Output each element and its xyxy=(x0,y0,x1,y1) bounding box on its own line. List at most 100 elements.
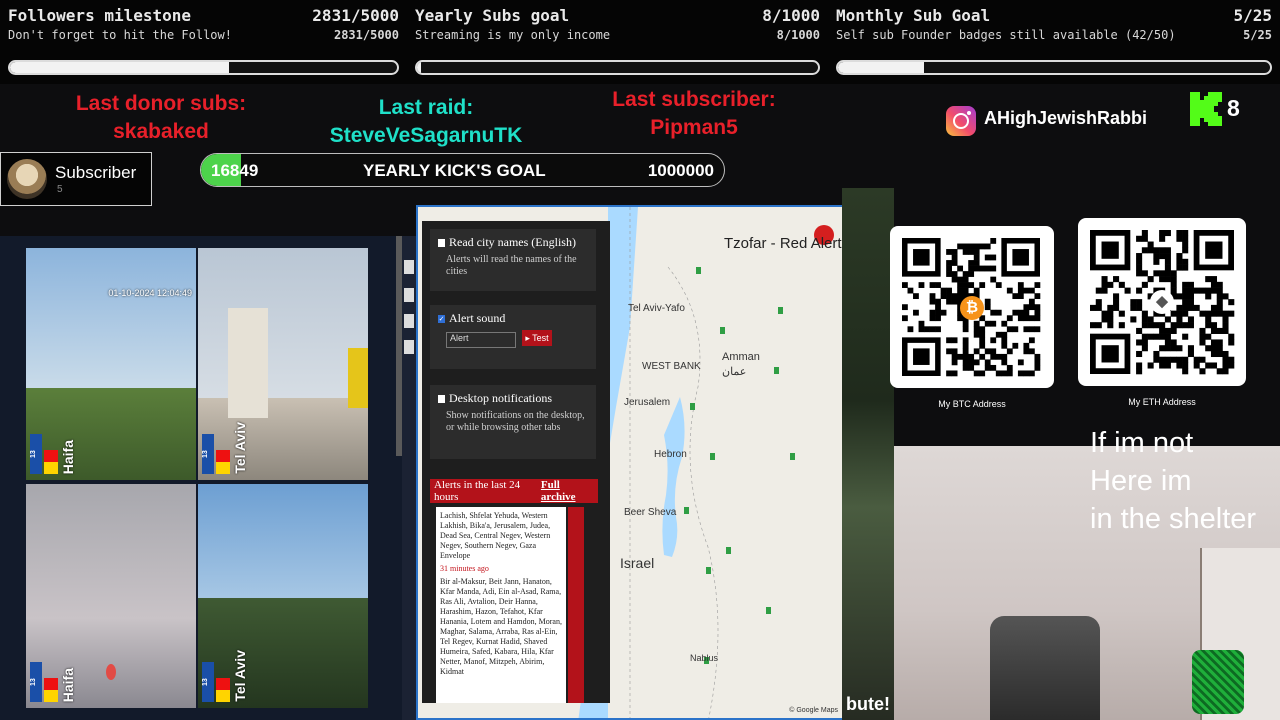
option-label: Read city names (English) xyxy=(449,235,576,249)
donate-text-fragment: bute! xyxy=(846,694,890,714)
map-label: Amman xyxy=(722,351,760,363)
subscriber-title: Subscriber xyxy=(55,163,137,182)
kick-goal-current: 16849 xyxy=(211,161,259,180)
last-subscriber-name: Pipman5 xyxy=(650,116,738,139)
btc-qr-code: ₿ xyxy=(890,226,1054,388)
alert-timestamp: 31 minutes ago xyxy=(440,564,489,573)
instagram-handle: AHighJewishRabbi xyxy=(984,108,1148,128)
option-label: Desktop notifications xyxy=(449,391,552,405)
last-donor-name: skabaked xyxy=(113,120,209,143)
camera-feed: 13 Haifa xyxy=(26,484,196,708)
goal-title: Followers milestone xyxy=(8,6,192,25)
map-title: Tzofar - Red Alert xyxy=(724,235,842,252)
full-archive-link[interactable]: Full archive xyxy=(541,479,594,503)
live-badge: 13 Tel Aviv xyxy=(202,422,248,474)
option-label: Alert sound xyxy=(449,311,506,325)
alert-areas: Lachish, Shfelat Yehuda, Western Lakhish… xyxy=(440,511,551,560)
last-donor-subs: Last donor subs: skabaked xyxy=(40,90,282,146)
yearly-kick-goal-bar: 16849 YEARLY KICK'S GOAL 1000000 xyxy=(200,153,725,187)
map-label: Israel xyxy=(620,555,655,571)
kick-goal-label: YEARLY KICK'S GOAL xyxy=(363,161,546,180)
camera-timestamp: 01-10-2024 12:04:49 xyxy=(108,288,192,298)
settings-panel: Read city names (English) Alerts will re… xyxy=(422,221,610,703)
camera-city: Tel Aviv xyxy=(232,650,248,702)
camera-feed: 01-10-2024 12:04:49 13 Haifa xyxy=(26,248,196,480)
alert-sound-checkbox[interactable]: ✓ xyxy=(438,314,445,323)
channel-13-logo: 13 xyxy=(202,434,214,474)
channel-13-logo: 13 xyxy=(202,662,214,702)
goal-subtitle: Self sub Founder badges still available … xyxy=(836,28,1176,42)
alerts-header: Alerts in the last 24 hours Full archive xyxy=(430,479,598,503)
desktop-notifications-option[interactable]: Desktop notifications Show notifications… xyxy=(430,385,596,459)
goal-title: Monthly Sub Goal xyxy=(836,6,991,25)
desktop-notifications-checkbox[interactable] xyxy=(438,394,445,403)
goal-count: 5/25 xyxy=(1233,6,1272,25)
goal-progress-bar xyxy=(836,60,1272,75)
map-label: Hebron xyxy=(654,449,687,460)
avatar xyxy=(7,159,47,199)
eth-qr-code: ◆ xyxy=(1078,218,1246,386)
channel-13-logo: 13 xyxy=(30,434,42,474)
eth-address-label: My ETH Address xyxy=(1128,397,1196,407)
camera-city: Haifa xyxy=(60,667,76,702)
alerts-list[interactable]: Lachish, Shfelat Yehuda, Western Lakhish… xyxy=(436,507,566,703)
bitcoin-icon: ₿ xyxy=(960,296,984,320)
subscriber-count: 5 xyxy=(57,184,63,195)
test-button-label: Test xyxy=(532,333,549,343)
goal-subtitle: Don't forget to hit the Follow! xyxy=(8,28,232,42)
read-city-names-option[interactable]: Read city names (English) Alerts will re… xyxy=(430,229,596,291)
goal-progress-bar xyxy=(8,60,399,75)
last-raid-label: Last raid: xyxy=(378,96,474,119)
alert-areas: Bir al-Maksur, Beit Jann, Hanaton, Kfar … xyxy=(440,577,562,676)
camera-city: Haifa xyxy=(60,439,76,474)
goal-progress-bar xyxy=(415,60,820,75)
live-badge: 13 Tel Aviv xyxy=(202,650,248,702)
last-subscriber: Last subscriber: Pipman5 xyxy=(570,86,818,142)
map-label: Beer Sheva xyxy=(624,507,677,518)
last-donor-label: Last donor subs: xyxy=(75,92,247,115)
map-label: Tel Aviv-Yafo xyxy=(628,303,685,314)
map-label: WEST BANK xyxy=(642,361,701,372)
followers-goal-widget: Followers milestone 2831/5000 Don't forge… xyxy=(0,0,407,84)
background-scene xyxy=(842,188,894,720)
alert-sound-option[interactable]: ✓ Alert sound Alert ▸ Test xyxy=(430,305,596,369)
btc-address-label: My BTC Address xyxy=(938,399,1006,409)
yearly-subs-goal-widget: Yearly Subs goal 8/1000 Streaming is my o… xyxy=(407,0,828,84)
map-label: Nablus xyxy=(690,653,719,663)
read-city-names-checkbox[interactable] xyxy=(438,238,445,247)
live-badge: 13 Haifa xyxy=(30,434,76,474)
map-credit: © Google Maps xyxy=(789,707,838,714)
goal-count: 8/1000 xyxy=(762,6,820,25)
goal-title: Yearly Subs goal xyxy=(415,6,570,25)
camera-grid: 01-10-2024 12:04:49 13 Haifa 13 Tel Aviv… xyxy=(0,236,402,720)
goal-count-secondary: 8/1000 xyxy=(776,28,820,42)
alert-sound-select[interactable]: Alert xyxy=(446,332,516,348)
alerts-scrollbar[interactable] xyxy=(568,507,584,703)
kick-logo-icon xyxy=(1190,92,1222,126)
shelter-notice: If im not Here im in the shelter xyxy=(1090,424,1256,538)
goal-count-secondary: 2831/5000 xyxy=(333,28,399,42)
red-alert-app: Tzofar - Red Alert Tel Aviv-Yafo WEST BA… xyxy=(416,205,844,720)
option-description: Alerts will read the names of the cities xyxy=(446,254,577,277)
last-subscriber-label: Last subscriber: xyxy=(612,88,776,111)
ethereum-icon: ◆ xyxy=(1150,290,1174,314)
last-raid: Last raid: SteveVeSagarnuTK xyxy=(300,94,552,150)
test-sound-button[interactable]: ▸ Test xyxy=(522,330,552,346)
map-label: عمان xyxy=(722,366,747,378)
subscriber-card: Subscriber 5 xyxy=(0,152,152,206)
camera-city: Tel Aviv xyxy=(232,422,248,474)
channel-13-logo: 13 xyxy=(30,662,42,702)
shelter-line: Here im xyxy=(1090,465,1192,497)
goal-count-secondary: 5/25 xyxy=(1243,28,1272,42)
alerts-header-title: Alerts in the last 24 hours xyxy=(434,479,521,503)
camera-feed: 13 Tel Aviv xyxy=(198,484,368,708)
side-toolbar xyxy=(402,236,416,720)
instagram-icon xyxy=(946,106,976,136)
map-label: Jerusalem xyxy=(624,397,671,408)
kick-follower-count: 8 xyxy=(1227,95,1240,121)
shelter-line: in the shelter xyxy=(1090,503,1257,535)
kick-goal-target: 1000000 xyxy=(647,161,714,180)
shelter-line: If im not xyxy=(1090,427,1194,459)
goal-subtitle: Streaming is my only income xyxy=(415,28,611,42)
plant-icon xyxy=(1192,650,1244,714)
